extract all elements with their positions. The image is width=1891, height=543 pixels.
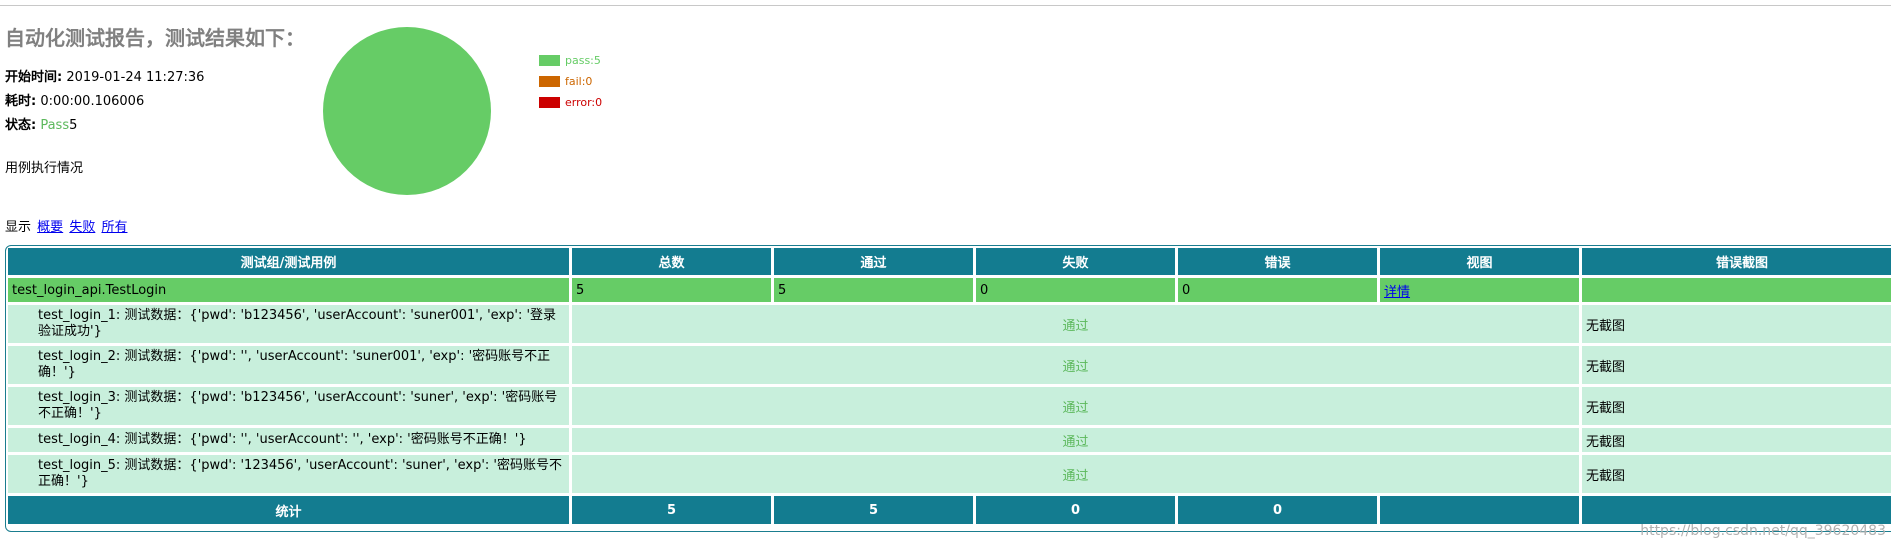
header-error-screenshot: 错误截图 <box>1582 248 1891 275</box>
group-name: test_login_api.TestLogin <box>8 278 569 302</box>
start-time-value: 2019-01-24 11:27:36 <box>62 70 205 85</box>
duration-label: 耗时: <box>5 94 37 109</box>
table-row: test_login_5: 测试数据：{'pwd': '123456', 'us… <box>8 455 1891 493</box>
group-error: 0 <box>1178 278 1377 302</box>
case-name: test_login_4: 测试数据：{'pwd': '', 'userAcco… <box>8 428 569 452</box>
case-status[interactable]: 通过 <box>572 455 1579 493</box>
report-title: 自动化测试报告，测试结果如下： <box>5 26 305 50</box>
status-count: 5 <box>69 118 78 133</box>
case-name: test_login_5: 测试数据：{'pwd': '123456', 'us… <box>8 455 569 493</box>
case-status[interactable]: 通过 <box>572 305 1579 343</box>
filter-bar: 显示 概要 失败 所有 <box>5 216 127 235</box>
case-screenshot: 无截图 <box>1582 428 1891 452</box>
totals-row: 统计 5 5 0 0 <box>8 496 1891 524</box>
case-name: test_login_2: 测试数据：{'pwd': '', 'userAcco… <box>8 346 569 384</box>
totals-label: 统计 <box>8 496 569 524</box>
filter-failed-link[interactable]: 失败 <box>69 220 95 235</box>
duration-line: 耗时: 0:00:00.106006 <box>5 90 144 109</box>
header-error: 错误 <box>1178 248 1377 275</box>
table-row: test_login_2: 测试数据：{'pwd': '', 'userAcco… <box>8 346 1891 384</box>
legend-label-fail: fail:0 <box>565 75 593 88</box>
top-divider <box>0 5 1891 6</box>
table-row: test_login_1: 测试数据：{'pwd': 'b123456', 'u… <box>8 305 1891 343</box>
header-view: 视图 <box>1380 248 1579 275</box>
filter-summary-link[interactable]: 概要 <box>37 220 63 235</box>
start-time-label: 开始时间: <box>5 70 63 85</box>
status-pass-word: Pass <box>36 118 70 133</box>
status-label: 状态: <box>5 118 37 133</box>
legend-swatch-error <box>539 97 560 108</box>
legend-label-error: error:0 <box>565 96 603 109</box>
case-status[interactable]: 通过 <box>572 346 1579 384</box>
results-table-container: 测试组/测试用例 总数 通过 失败 错误 视图 错误截图 test_login_… <box>5 245 1891 532</box>
case-screenshot: 无截图 <box>1582 346 1891 384</box>
watermark: https://blog.csdn.net/qq_39620483 <box>1640 523 1886 539</box>
pie-slice-pass <box>323 27 491 195</box>
case-screenshot: 无截图 <box>1582 455 1891 493</box>
totals-fail: 0 <box>976 496 1175 524</box>
header-test-group: 测试组/测试用例 <box>8 248 569 275</box>
status-line: 状态: Pass5 <box>5 114 77 133</box>
table-row: test_login_3: 测试数据：{'pwd': 'b123456', 'u… <box>8 387 1891 425</box>
case-screenshot: 无截图 <box>1582 305 1891 343</box>
case-name: test_login_3: 测试数据：{'pwd': 'b123456', 'u… <box>8 387 569 425</box>
result-pie-chart <box>323 27 491 195</box>
case-status[interactable]: 通过 <box>572 428 1579 452</box>
header-pass: 通过 <box>774 248 973 275</box>
totals-pass: 5 <box>774 496 973 524</box>
details-link[interactable]: 详情 <box>1384 285 1410 300</box>
table-row: test_login_4: 测试数据：{'pwd': '', 'userAcco… <box>8 428 1891 452</box>
group-view-cell: 详情 <box>1380 278 1579 302</box>
header-fail: 失败 <box>976 248 1175 275</box>
case-status[interactable]: 通过 <box>572 387 1579 425</box>
table-header-row: 测试组/测试用例 总数 通过 失败 错误 视图 错误截图 <box>8 248 1891 275</box>
legend-swatch-fail <box>539 76 560 87</box>
case-name: test_login_1: 测试数据：{'pwd': 'b123456', 'u… <box>8 305 569 343</box>
case-screenshot: 无截图 <box>1582 387 1891 425</box>
totals-screenshot <box>1582 496 1891 524</box>
results-table: 测试组/测试用例 总数 通过 失败 错误 视图 错误截图 test_login_… <box>6 246 1891 527</box>
group-pass: 5 <box>774 278 973 302</box>
filter-all-link[interactable]: 所有 <box>101 220 127 235</box>
totals-total: 5 <box>572 496 771 524</box>
legend-label-pass: pass:5 <box>565 54 601 67</box>
group-fail: 0 <box>976 278 1175 302</box>
filter-label: 显示 <box>5 220 32 235</box>
group-total: 5 <box>572 278 771 302</box>
header-total: 总数 <box>572 248 771 275</box>
totals-view <box>1380 496 1579 524</box>
totals-error: 0 <box>1178 496 1377 524</box>
duration-value: 0:00:00.106006 <box>36 94 145 109</box>
group-screenshot <box>1582 278 1891 302</box>
start-time-line: 开始时间: 2019-01-24 11:27:36 <box>5 66 204 85</box>
group-row: test_login_api.TestLogin 5 5 0 0 详情 <box>8 278 1891 302</box>
case-execution-heading: 用例执行情况 <box>5 161 84 176</box>
legend-swatch-pass <box>539 55 560 66</box>
